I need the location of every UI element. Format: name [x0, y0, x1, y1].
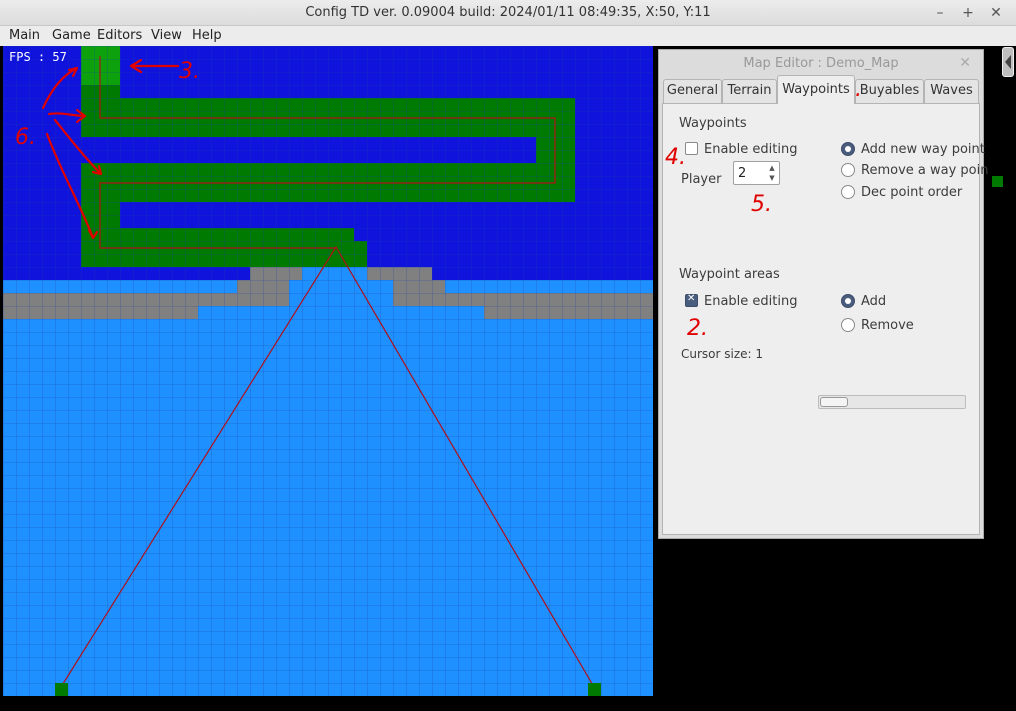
minimize-icon[interactable]: –: [930, 3, 950, 23]
menu-view[interactable]: View: [151, 28, 182, 43]
chevron-left-icon: [1005, 55, 1011, 69]
sidebar-toggle-handle[interactable]: [1002, 47, 1014, 77]
svg-text:3.: 3.: [179, 59, 200, 84]
close-icon[interactable]: ✕: [986, 3, 1006, 23]
svg-text:4.: 4.: [665, 145, 686, 170]
svg-text:2.: 2.: [687, 316, 708, 341]
window-titlebar: Config TD ver. 0.09004 build: 2024/01/11…: [0, 0, 1016, 26]
menu-editors[interactable]: Editors: [97, 28, 142, 43]
spawn-tile-left: [55, 683, 68, 696]
map-editor-window: Map Editor : Demo_Map ✕ General Terrain …: [658, 49, 988, 539]
spawn-tile-right: [588, 683, 601, 696]
menu-game[interactable]: Game: [52, 28, 91, 43]
svg-text:6.: 6.: [15, 125, 36, 150]
tab-waypoints[interactable]: Waypoints: [777, 75, 855, 104]
minimap-marker: [992, 176, 1003, 187]
menu-main[interactable]: Main: [9, 28, 40, 43]
maximize-icon[interactable]: +: [958, 3, 978, 23]
map-canvas[interactable]: 3. 6.: [3, 46, 653, 696]
menu-help[interactable]: Help: [192, 28, 222, 43]
editor-annotations: 1. 4. 5. 2.: [665, 77, 862, 341]
svg-text:5.: 5.: [751, 192, 772, 217]
menu-bar: Main Game Editors View Help: [0, 26, 1016, 46]
fps-counter: FPS : 57: [9, 50, 67, 64]
window-title: Config TD ver. 0.09004 build: 2024/01/11…: [305, 5, 711, 20]
